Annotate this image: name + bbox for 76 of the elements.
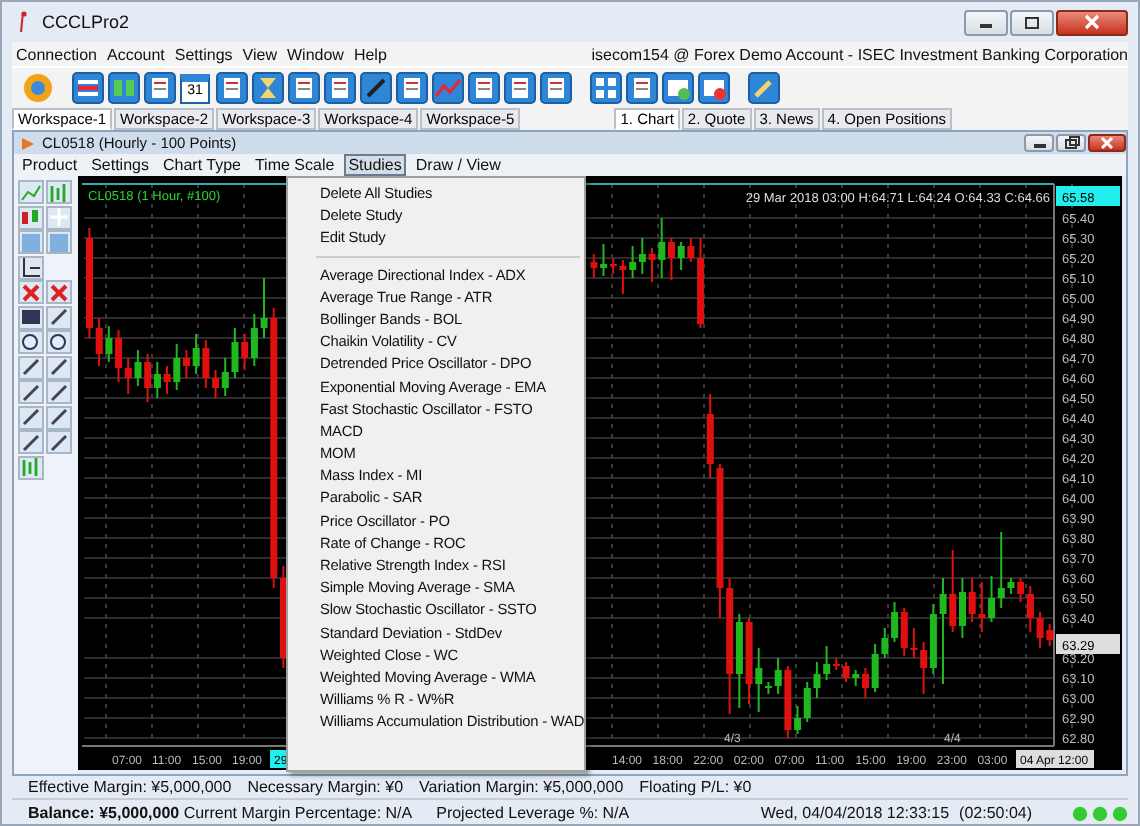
- panel-icon: [48, 231, 70, 253]
- bar-chart-icon: [48, 181, 70, 203]
- pen-icon: [20, 431, 42, 453]
- menu-item[interactable]: View: [242, 45, 277, 63]
- x-mark-icon: [20, 281, 42, 303]
- tool-button[interactable]: [46, 305, 72, 329]
- balance-info: Balance: ¥5,000,000 Current Margin Percentage: N/A: [28, 804, 413, 822]
- tool-button[interactable]: [46, 430, 72, 454]
- status-light-icon: [1092, 805, 1108, 821]
- linechart-icon: [431, 72, 463, 104]
- menu-item[interactable]: Settings: [174, 45, 233, 63]
- menu-item[interactable]: Window: [287, 45, 344, 63]
- toolbar-button[interactable]: [70, 71, 104, 105]
- margin-info: Floating P/L: ¥0: [639, 778, 752, 796]
- line-chart-icon: [20, 181, 42, 203]
- bar-chart-icon: [20, 456, 42, 478]
- margin-info: Variation Margin: ¥5,000,000: [419, 778, 624, 796]
- pen-icon: [48, 356, 70, 378]
- toolbar-button[interactable]: [660, 71, 694, 105]
- pen-icon: [20, 356, 42, 378]
- x-mark-icon: [48, 281, 70, 303]
- tool-button[interactable]: [18, 405, 44, 429]
- date-time: Wed, 04/04/2018 12:33:15: [760, 804, 950, 822]
- close-icon: [1084, 14, 1100, 30]
- candlestick-icon: [20, 206, 42, 228]
- account-info: isecom154 @ Forex Demo Account - ISEC Investment Banking Corporation: [591, 45, 1128, 63]
- minimize-button[interactable]: [964, 9, 1008, 35]
- menu-item[interactable]: Help: [353, 45, 387, 63]
- pen-icon: [48, 406, 70, 428]
- toolbar-button[interactable]: [588, 71, 622, 105]
- menu-item[interactable]: Account: [106, 45, 165, 63]
- margin-info: Necessary Margin: ¥0: [247, 778, 404, 796]
- tool-button[interactable]: [46, 355, 72, 379]
- restore-icon: [1063, 136, 1079, 150]
- tool-button[interactable]: [18, 430, 44, 454]
- hourglass-icon: [251, 72, 283, 104]
- chart-menu-item[interactable]: Draw / View: [411, 154, 505, 176]
- chart-menu-item[interactable]: Studies: [344, 154, 406, 176]
- pen-icon: [48, 381, 70, 403]
- pen-icon: [48, 306, 70, 328]
- tool-button[interactable]: [18, 205, 44, 229]
- chart-menu-item[interactable]: Chart Type: [158, 154, 245, 176]
- grid-icon: [107, 72, 139, 104]
- window-title: CCCLPro2: [42, 12, 130, 32]
- maximize-button[interactable]: [1010, 9, 1054, 35]
- panel-icon: [20, 231, 42, 253]
- toolbar-button[interactable]: [696, 71, 730, 105]
- margin-info: Effective Margin: ¥5,000,000: [28, 778, 232, 796]
- chart-menu-item[interactable]: Settings: [87, 154, 153, 176]
- toolbar-button[interactable]: [394, 71, 428, 105]
- leverage-info: Projected Leverage %: N/A: [436, 804, 630, 822]
- restore-button[interactable]: [1056, 134, 1086, 152]
- close-icon: [1100, 136, 1114, 150]
- maximize-icon: [1024, 15, 1040, 29]
- wrench-icon: [747, 72, 779, 104]
- chart-menu-item[interactable]: Time Scale: [250, 154, 339, 176]
- pen-icon: [20, 406, 42, 428]
- elapsed-time: (02:50:04): [959, 804, 1032, 822]
- minimize-button[interactable]: [1024, 134, 1054, 152]
- tool-button[interactable]: [46, 405, 72, 429]
- crosshair-icon: [48, 206, 70, 228]
- chart-menu-item[interactable]: Product: [18, 154, 82, 176]
- tool-button[interactable]: [46, 380, 72, 404]
- status-light-icon: [1112, 805, 1128, 821]
- tool-button[interactable]: [18, 380, 44, 404]
- toolbar-button[interactable]: [358, 71, 392, 105]
- minimize-icon: [1031, 138, 1047, 148]
- tool-button[interactable]: [18, 355, 44, 379]
- close-button[interactable]: [1056, 9, 1128, 35]
- close-button[interactable]: [1088, 134, 1126, 152]
- pen-icon: [20, 381, 42, 403]
- pen-icon: [48, 431, 70, 453]
- menu-item[interactable]: Connection: [16, 45, 97, 63]
- status-light-icon: [1072, 805, 1088, 821]
- pen-icon: [359, 72, 391, 104]
- help-icon: [21, 72, 53, 104]
